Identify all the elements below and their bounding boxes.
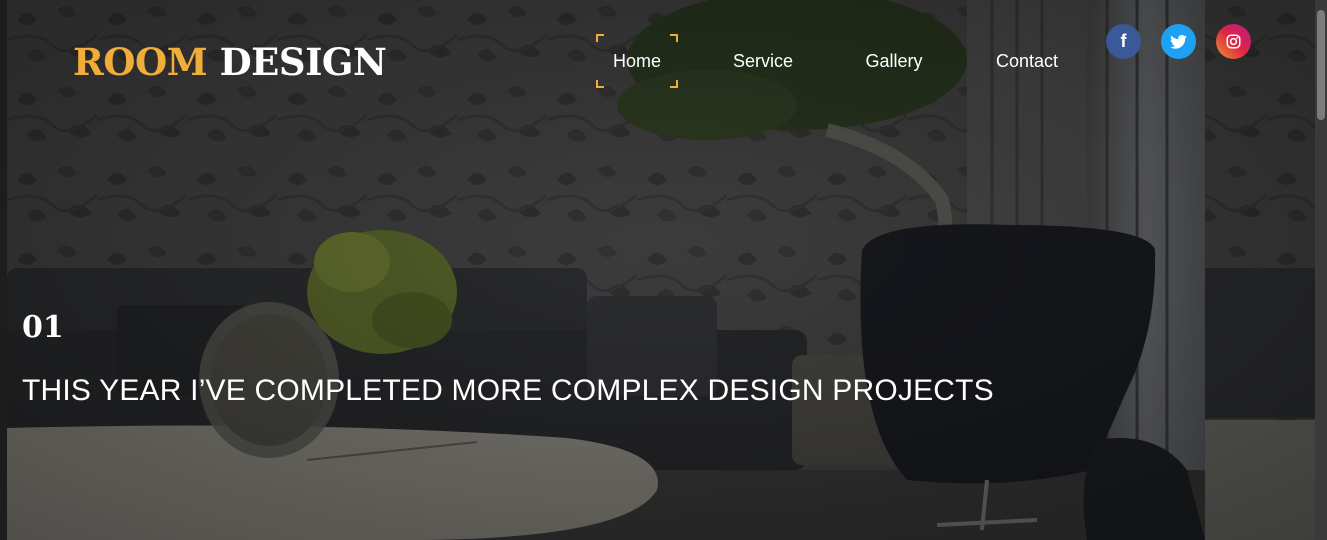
- active-corner: [596, 80, 604, 88]
- nav-gallery[interactable]: Gallery: [852, 34, 936, 88]
- nav-service[interactable]: Service: [718, 34, 808, 88]
- brand-logo[interactable]: ROOM DESIGN: [73, 40, 387, 84]
- nav-home-label: Home: [612, 50, 661, 71]
- hero-headline: THIS YEAR I’VE COMPLETED MORE COMPLEX DE…: [22, 374, 994, 407]
- nav-service-label: Service: [732, 50, 794, 71]
- twitter-icon: [1170, 34, 1187, 49]
- instagram-button[interactable]: [1216, 24, 1251, 59]
- nav-gallery-label: Gallery: [865, 50, 923, 71]
- facebook-button[interactable]: f: [1106, 24, 1141, 59]
- active-corner: [670, 80, 678, 88]
- active-corner: [670, 34, 678, 42]
- hero-section: ROOM DESIGN Home Service Gallery Contact…: [0, 0, 1327, 540]
- left-edge: [0, 0, 7, 540]
- logo-part-design: DESIGN: [219, 40, 387, 84]
- facebook-icon: f: [1120, 31, 1127, 51]
- logo-part-room: ROOM: [73, 40, 208, 84]
- twitter-button[interactable]: [1161, 24, 1196, 59]
- instagram-icon: [1226, 34, 1241, 49]
- scrollbar-track[interactable]: [1315, 0, 1327, 540]
- nav-contact[interactable]: Contact: [980, 34, 1074, 88]
- nav-home[interactable]: Home: [596, 34, 678, 88]
- nav-contact-label: Contact: [995, 50, 1059, 71]
- slide-number: 01: [22, 310, 64, 345]
- active-corner: [596, 34, 604, 42]
- scrollbar-thumb[interactable]: [1317, 10, 1325, 120]
